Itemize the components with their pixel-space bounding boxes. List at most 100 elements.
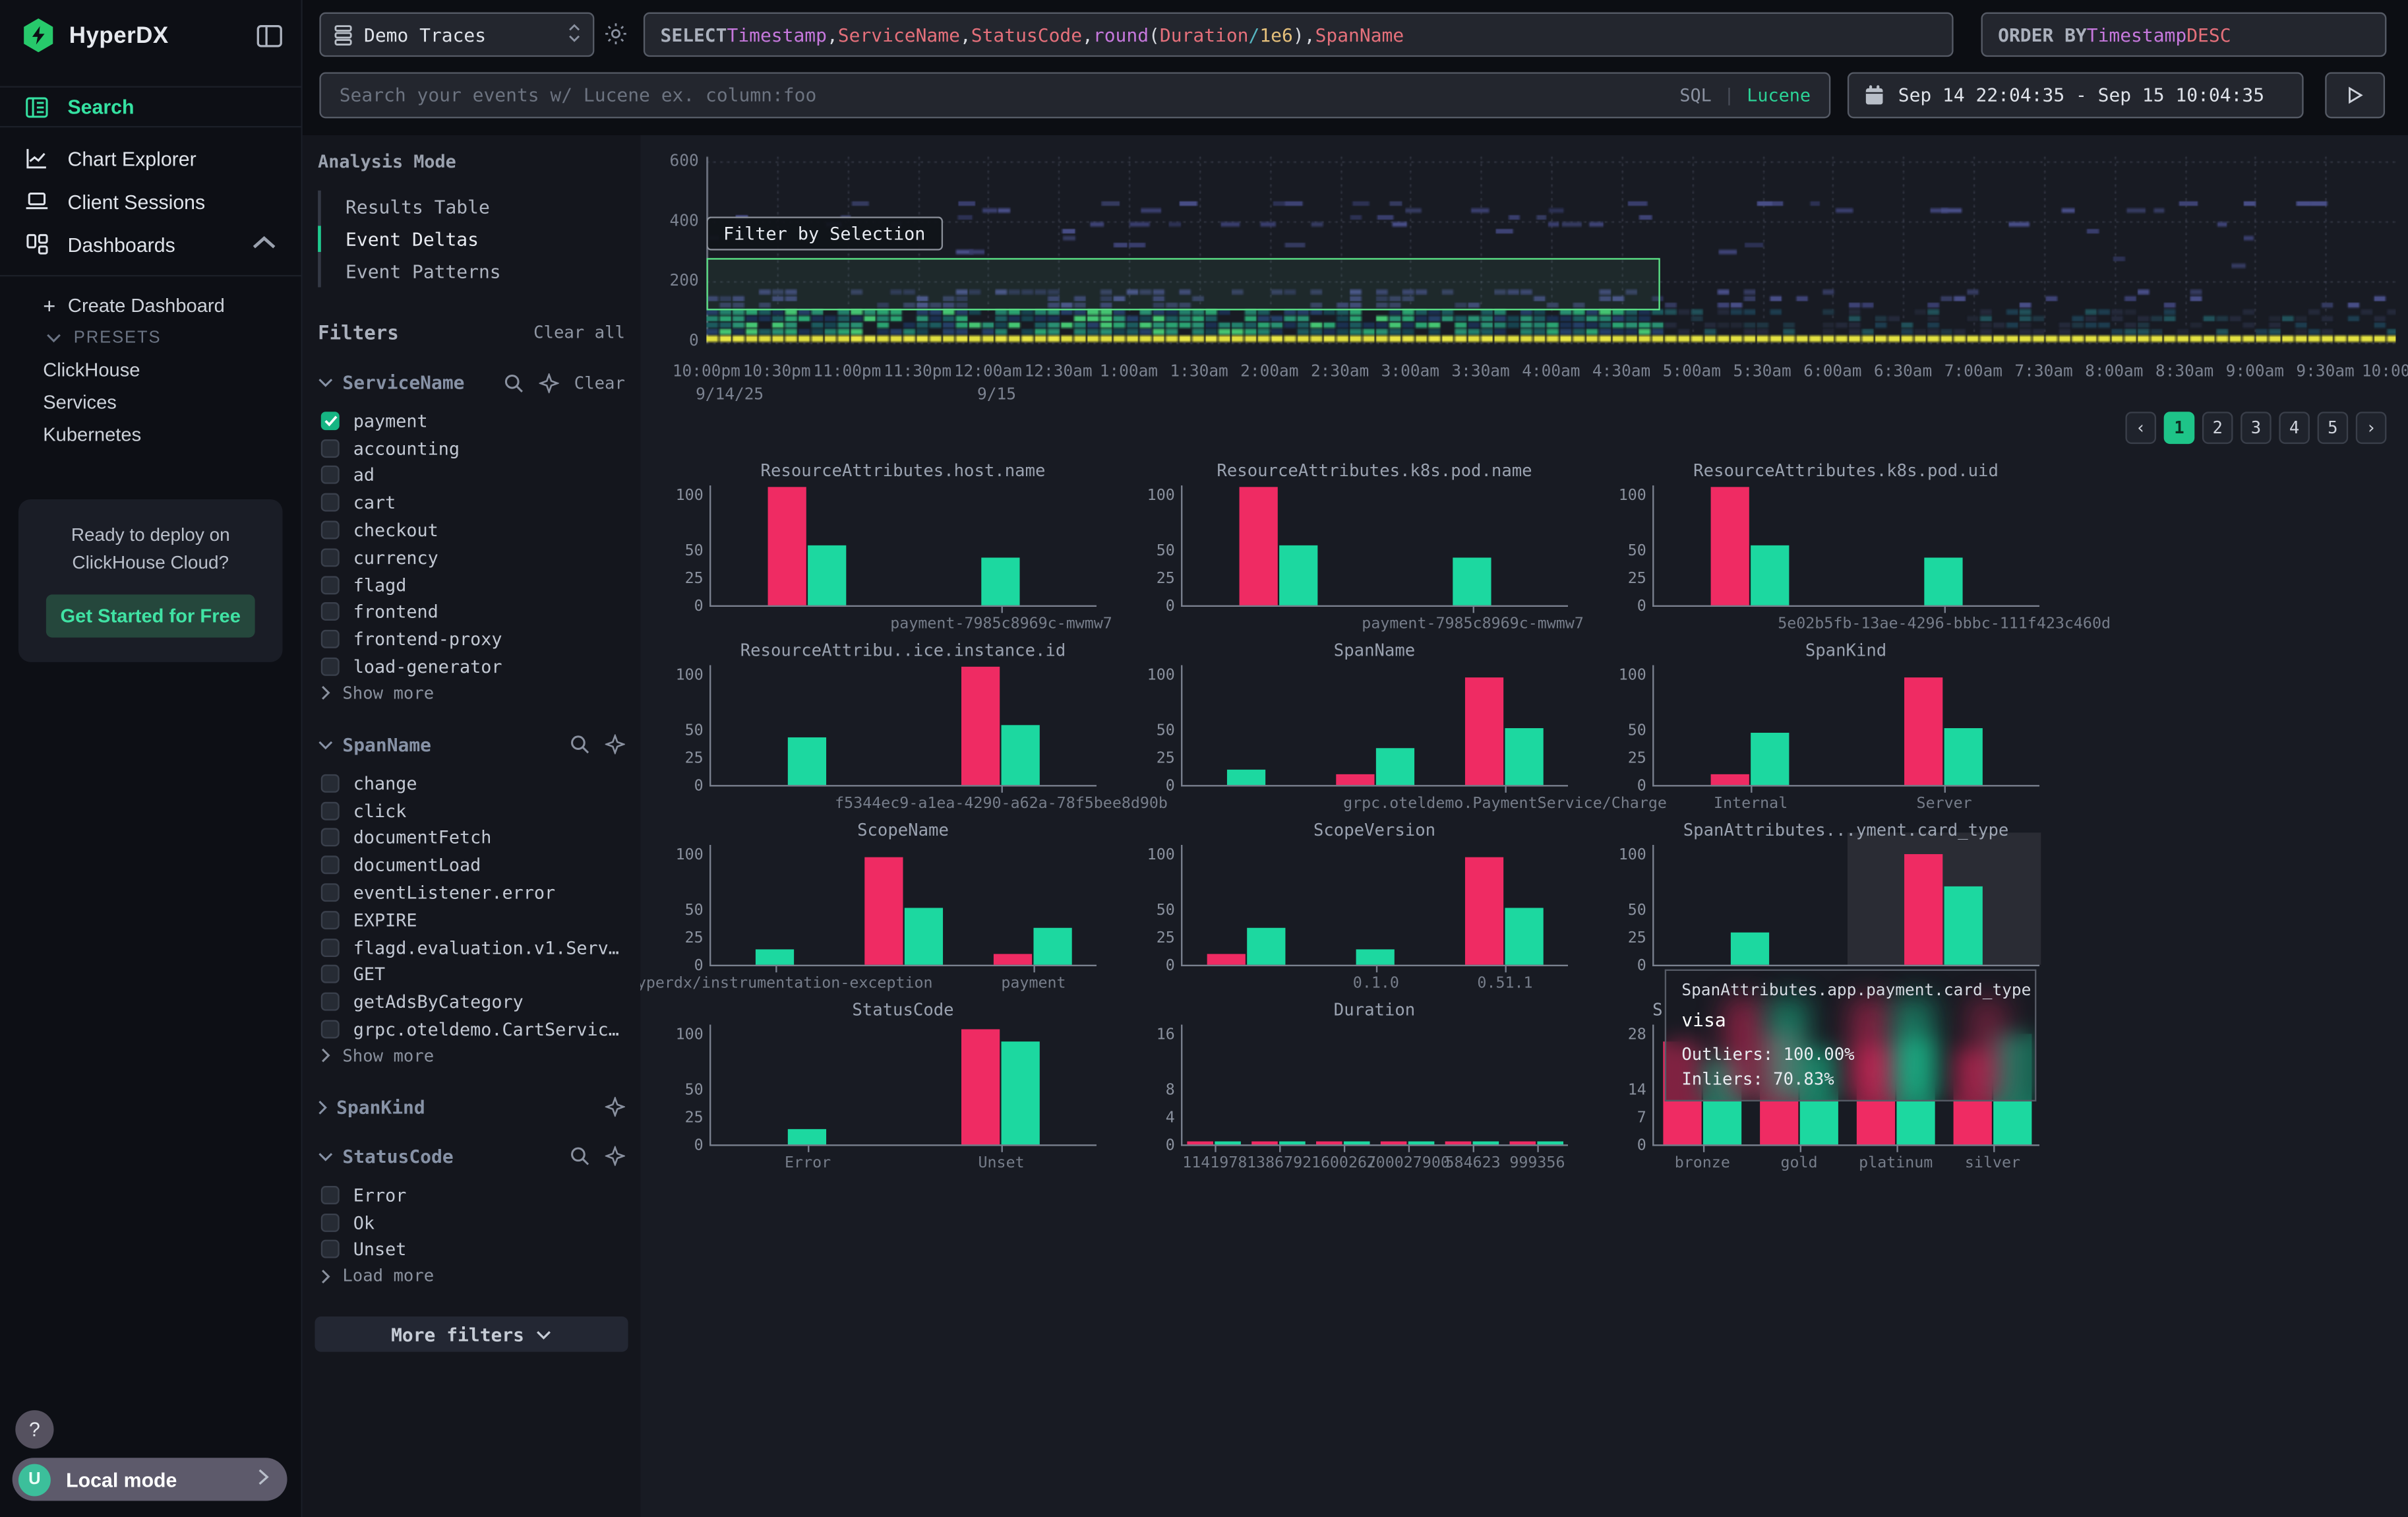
checkbox[interactable] [321,576,340,594]
filter-option-frontend-proxy[interactable]: frontend-proxy [315,626,628,653]
search-icon[interactable] [570,1147,589,1167]
outliers-bar[interactable] [961,667,1000,785]
outliers-bar[interactable] [1381,1142,1407,1145]
filter-group-spankind[interactable]: SpanKind [315,1097,628,1119]
chevron-up-icon[interactable] [252,230,276,259]
more-filters-button[interactable]: More filters [315,1317,628,1353]
get-started-button[interactable]: Get Started for Free [46,594,255,637]
bar-chart-duration[interactable]: Duration16840114197813867921600267200027… [1129,1000,1599,1180]
bar-chart-spanname[interactable]: SpanName10050250grpc.oteldemo.PaymentSer… [1129,640,1599,820]
order-by-input[interactable]: ORDER BY Timestamp DESC [1981,13,2387,57]
filter-option-frontend[interactable]: frontend [315,598,628,625]
filter-option-expire[interactable]: EXPIRE [315,906,628,933]
outliers-bar[interactable] [864,857,903,964]
help-button[interactable]: ? [15,1410,53,1448]
outliers-bar[interactable] [1446,1142,1472,1145]
run-query-button[interactable] [2325,72,2385,118]
pin-icon[interactable] [605,735,625,755]
filter-option-flagd-evaluation-v1-serv-[interactable]: flagd.evaluation.v1.Serv… [315,933,628,960]
inliers-bar[interactable] [1215,1142,1240,1145]
filter-option-get[interactable]: GET [315,961,628,988]
preset-services[interactable]: Services [0,386,301,418]
inliers-bar[interactable] [1344,1142,1370,1145]
filter-option-eventlistener-error[interactable]: eventListener.error [315,879,628,906]
checkbox[interactable] [321,521,340,540]
filter-option-ad[interactable]: ad [315,462,628,489]
inliers-bar[interactable] [756,949,794,964]
analysis-mode-option-event-patterns[interactable]: Event Patterns [321,255,628,288]
inliers-bar[interactable] [905,908,943,965]
checkbox[interactable] [321,911,340,929]
inliers-bar[interactable] [1247,928,1285,964]
bar-chart-resourceattributes-host-name[interactable]: ResourceAttributes.host.name10050250paym… [657,461,1128,641]
clear-all-button[interactable]: Clear all [533,323,625,342]
analysis-mode-option-results-table[interactable]: Results Table [321,191,628,223]
analysis-mode-option-event-deltas[interactable]: Event Deltas [321,223,628,255]
filter-option-unset[interactable]: Unset [315,1236,628,1263]
outliers-bar[interactable] [1465,678,1503,785]
sidebar-item-chart-explorer[interactable]: Chart Explorer [0,137,301,179]
outliers-bar[interactable] [961,1029,1000,1145]
inliers-bar[interactable] [1227,770,1265,785]
inliers-bar[interactable] [1279,1142,1305,1145]
search-input[interactable]: Search your events w/ Lucene ex. column:… [319,72,1830,118]
inliers-bar[interactable] [1944,886,1983,964]
filter-option-load-generator[interactable]: load-generator [315,653,628,680]
show-more-button[interactable]: Show more [315,681,628,707]
checkbox[interactable] [321,466,340,485]
checkbox[interactable] [321,774,340,793]
filter-option-change[interactable]: change [315,770,628,797]
bar-chart-statuscode[interactable]: StatusCode10050250ErrorUnset [657,1000,1128,1180]
filter-option-checkout[interactable]: checkout [315,516,628,543]
filter-option-currency[interactable]: currency [315,543,628,571]
search-icon[interactable] [504,373,524,392]
collapse-sidebar-icon[interactable] [256,24,283,47]
source-select[interactable]: Demo Traces [319,13,594,57]
heatmap-selection-rect[interactable] [706,258,1660,310]
filter-option-click[interactable]: click [315,797,628,824]
bar-chart-scopename[interactable]: ScopeName10050250@hyperdx/instrumentatio… [657,820,1128,1001]
page-button-2[interactable]: 2 [2202,412,2233,444]
page-button-4[interactable]: 4 [2279,412,2310,444]
filter-option-cart[interactable]: cart [315,489,628,516]
sql-select-input[interactable]: SELECT Timestamp, ServiceName, StatusCod… [644,13,1954,57]
checkbox[interactable] [321,883,340,902]
bar-chart-resourceattributes-k8s-pod-uid[interactable]: ResourceAttributes.k8s.pod.uid100502505e… [1600,461,2070,641]
page-prev-button[interactable]: ‹ [2125,412,2156,444]
outliers-bar[interactable] [1252,1142,1278,1145]
inliers-bar[interactable] [1453,558,1491,605]
filter-option-error[interactable]: Error [315,1181,628,1208]
inliers-bar[interactable] [1033,928,1071,964]
account-menu[interactable]: U Local mode [13,1458,287,1501]
checkbox[interactable] [321,856,340,875]
language-toggle[interactable]: SQL | Lucene [1679,84,1811,106]
show-more-button[interactable]: Show more [315,1043,628,1069]
gear-icon[interactable] [603,22,628,54]
outliers-bar[interactable] [1904,678,1942,785]
bar-chart-spankind[interactable]: SpanKind10050250InternalServer [1600,640,2070,820]
filter-option-documentfetch[interactable]: documentFetch [315,824,628,851]
checkbox[interactable] [321,412,340,430]
search-icon[interactable] [570,735,589,755]
filter-by-selection-button[interactable]: Filter by Selection [706,216,942,250]
inliers-bar[interactable] [1279,545,1317,605]
filter-group-spanname[interactable]: SpanName [315,734,628,756]
inliers-bar[interactable] [1376,749,1414,785]
checkbox[interactable] [321,801,340,820]
bar-chart-resourceattributes-k8s-pod-name[interactable]: ResourceAttributes.k8s.pod.name10050250p… [1129,461,1599,641]
filter-option-ok[interactable]: Ok [315,1208,628,1235]
inliers-bar[interactable] [1473,1142,1499,1145]
presets-toggle[interactable]: PRESETS [0,321,301,354]
outliers-bar[interactable] [1904,854,1942,964]
pin-icon[interactable] [605,1147,625,1167]
outliers-bar[interactable] [1510,1142,1536,1145]
inliers-bar[interactable] [1751,733,1789,786]
checkbox[interactable] [321,631,340,649]
inliers-bar[interactable] [788,1129,826,1144]
inliers-bar[interactable] [1944,728,1983,785]
inliers-bar[interactable] [1002,1042,1040,1145]
inliers-bar[interactable] [1408,1142,1434,1145]
outliers-bar[interactable] [1465,857,1503,964]
filter-option-payment[interactable]: payment [315,407,628,434]
preset-kubernetes[interactable]: Kubernetes [0,418,301,450]
